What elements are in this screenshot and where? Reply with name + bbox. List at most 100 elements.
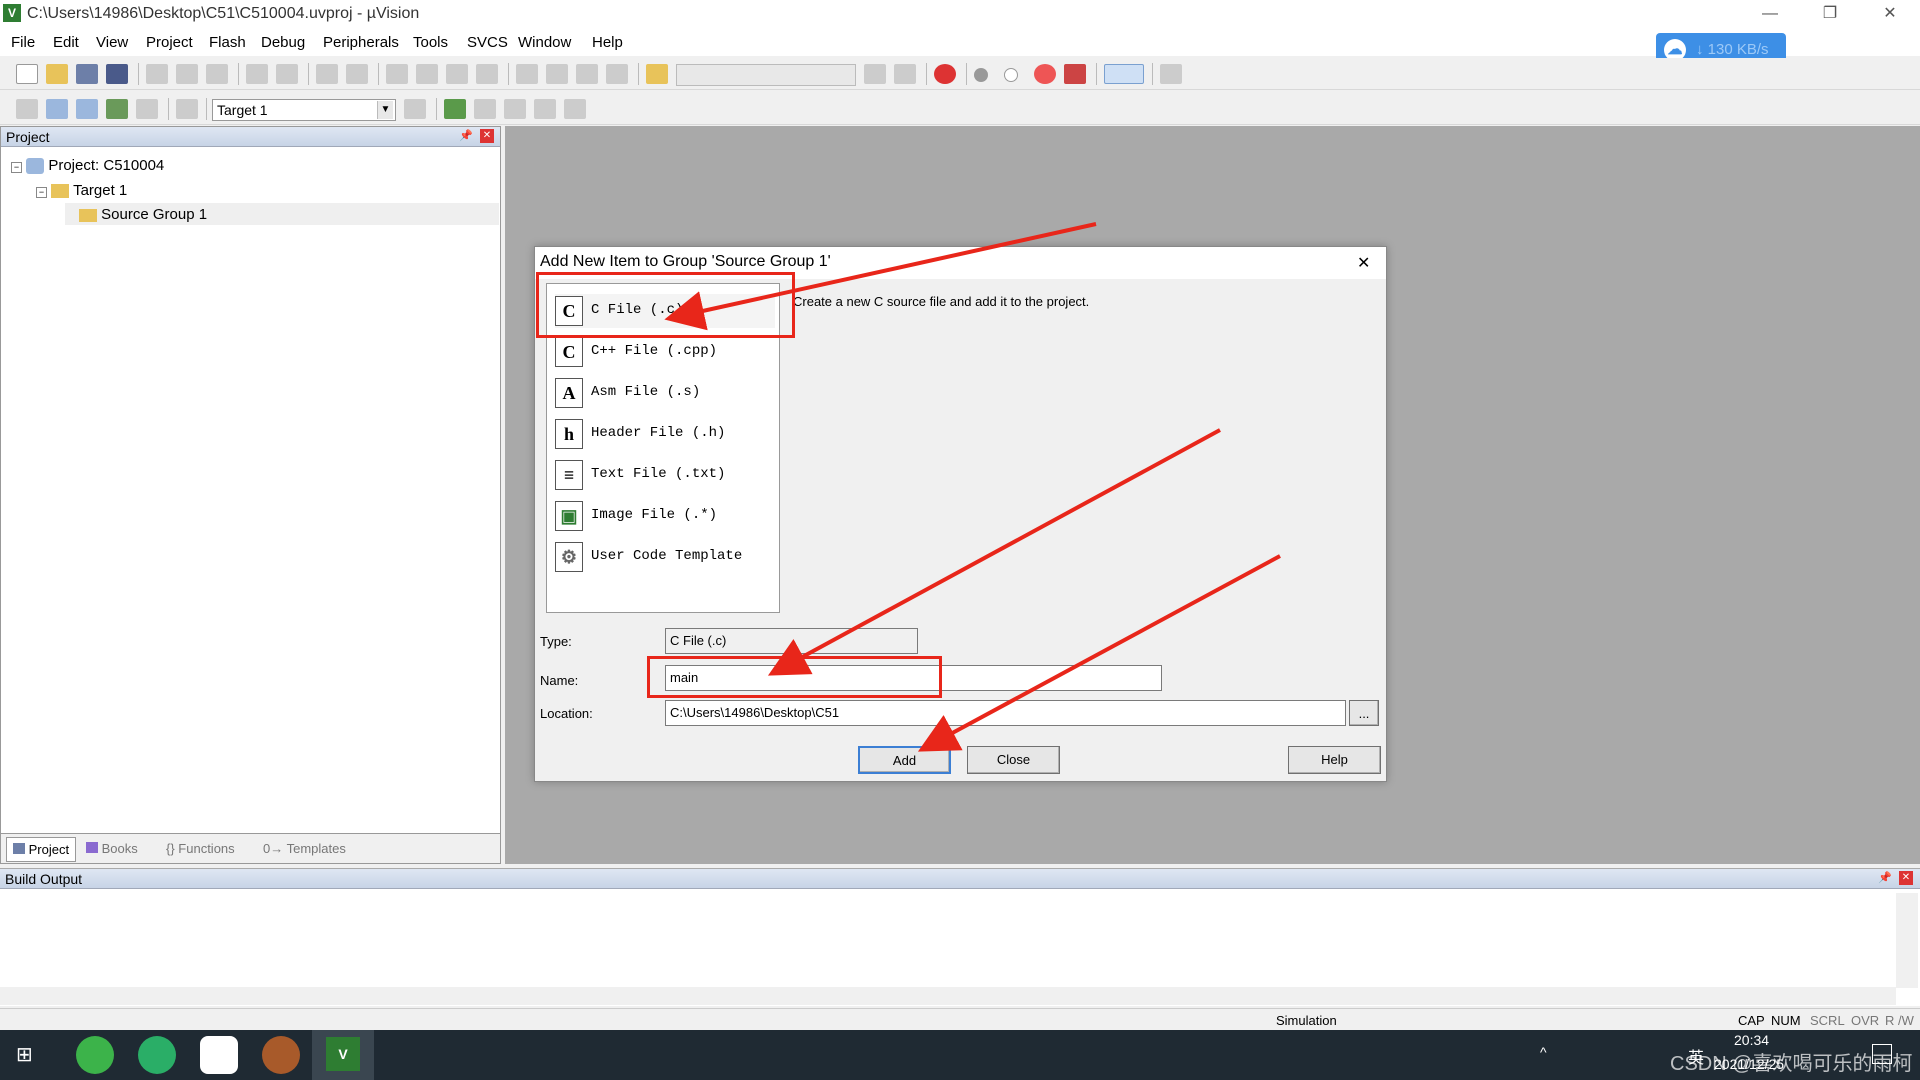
kill-breakpoints-icon[interactable] <box>1064 64 1086 84</box>
tree-project-root[interactable]: − Project: C510004 <box>11 157 164 175</box>
file-extensions-icon[interactable] <box>474 99 496 119</box>
menu-peripherals[interactable]: Peripherals <box>323 34 399 51</box>
collapse-icon[interactable]: − <box>11 162 22 173</box>
baidu-netdisk-icon[interactable] <box>200 1036 238 1074</box>
list-item-c-file[interactable]: C C File (.c) <box>555 294 775 328</box>
tab-books[interactable]: Books <box>86 841 138 856</box>
save-all-icon[interactable] <box>106 64 128 84</box>
target-select[interactable]: Target 1 ▼ <box>212 99 396 121</box>
comment-icon[interactable] <box>576 64 598 84</box>
indent-icon[interactable] <box>516 64 538 84</box>
menu-svcs[interactable]: SVCS <box>467 34 508 51</box>
build-icon[interactable] <box>46 99 68 119</box>
pin-icon[interactable]: 📌 <box>459 129 473 142</box>
list-item-header-file[interactable]: h Header File (.h) <box>555 417 775 451</box>
uncomment-icon[interactable] <box>606 64 628 84</box>
tray-chevron-icon[interactable]: ^ <box>1540 1044 1547 1060</box>
find-in-files-icon[interactable] <box>646 64 668 84</box>
menu-edit[interactable]: Edit <box>53 34 79 51</box>
menu-file[interactable]: File <box>11 34 35 51</box>
uvision-icon: V <box>3 4 21 22</box>
copy-icon[interactable] <box>176 64 198 84</box>
list-item-cpp-file[interactable]: C C++ File (.cpp) <box>555 335 775 369</box>
menu-tools[interactable]: Tools <box>413 34 448 51</box>
pack-installer-icon[interactable] <box>564 99 586 119</box>
close-panel-icon[interactable]: ✕ <box>480 129 494 143</box>
add-button[interactable]: Add <box>858 746 951 774</box>
clock-time[interactable]: 20:34 <box>1734 1032 1769 1048</box>
bookmark-icon[interactable] <box>386 64 408 84</box>
list-item-text-file[interactable]: ≡ Text File (.txt) <box>555 458 775 492</box>
close-button[interactable]: Close <box>967 746 1060 774</box>
build-output-title: Build Output <box>5 871 83 887</box>
manage-rte-icon[interactable] <box>534 99 556 119</box>
collapse-icon[interactable]: − <box>36 187 47 198</box>
open-folder-icon[interactable] <box>46 64 68 84</box>
select-packs-icon[interactable] <box>504 99 526 119</box>
help-button[interactable]: Help <box>1288 746 1381 774</box>
browse-button[interactable]: ... <box>1349 700 1379 726</box>
batch-build-icon[interactable] <box>106 99 128 119</box>
minimize-icon[interactable]: — <box>1740 0 1800 30</box>
menu-debug[interactable]: Debug <box>261 34 305 51</box>
debug-session-icon[interactable] <box>934 64 956 84</box>
next-bookmark-icon[interactable] <box>446 64 468 84</box>
configure-icon[interactable] <box>1160 64 1182 84</box>
target-options-icon[interactable] <box>404 99 426 119</box>
find-combo[interactable] <box>676 64 856 86</box>
list-item-label: Image File (.*) <box>591 507 718 523</box>
manage-components-icon[interactable] <box>444 99 466 119</box>
pin-icon[interactable]: 📌 <box>1878 871 1892 884</box>
menu-help[interactable]: Help <box>592 34 623 51</box>
menu-project[interactable]: Project <box>146 34 193 51</box>
redo-icon[interactable] <box>276 64 298 84</box>
prev-bookmark-icon[interactable] <box>416 64 438 84</box>
menu-flash[interactable]: Flash <box>209 34 246 51</box>
insert-breakpoint-icon[interactable] <box>974 68 988 82</box>
chevron-down-icon[interactable]: ▼ <box>377 101 393 119</box>
save-icon[interactable] <box>76 64 98 84</box>
tab-project[interactable]: Project <box>6 837 77 862</box>
tab-functions[interactable]: {} Functions <box>166 841 235 856</box>
location-input[interactable]: C:\Users\14986\Desktop\C51 <box>665 700 1346 726</box>
windows-start-icon[interactable]: ⊞ <box>16 1044 38 1066</box>
disable-breakpoints-icon[interactable] <box>1034 64 1056 84</box>
incremental-find-icon[interactable] <box>894 64 916 84</box>
nav-back-icon[interactable] <box>316 64 338 84</box>
taskbar-uvision-active[interactable]: V <box>312 1030 374 1080</box>
list-item-image-file[interactable]: ▣ Image File (.*) <box>555 499 775 533</box>
tree-target[interactable]: − Target 1 <box>36 182 127 199</box>
unindent-icon[interactable] <box>546 64 568 84</box>
tab-templates[interactable]: 0→ Templates <box>263 841 346 856</box>
window-layout-icon[interactable] <box>1104 64 1144 84</box>
new-file-icon[interactable] <box>16 64 38 84</box>
vertical-scrollbar[interactable] <box>1896 893 1918 988</box>
menu-view[interactable]: View <box>96 34 128 51</box>
enable-breakpoint-icon[interactable] <box>1004 68 1018 82</box>
undo-icon[interactable] <box>246 64 268 84</box>
list-item-label: C++ File (.cpp) <box>591 343 718 359</box>
rebuild-icon[interactable] <box>76 99 98 119</box>
translate-icon[interactable] <box>16 99 38 119</box>
download-load-icon[interactable] <box>176 99 198 119</box>
close-window-icon[interactable]: ✕ <box>1860 0 1920 30</box>
list-item-asm-file[interactable]: A Asm File (.s) <box>555 376 775 410</box>
stop-build-icon[interactable] <box>136 99 158 119</box>
find-icon[interactable] <box>864 64 886 84</box>
restore-icon[interactable]: ❐ <box>1800 0 1860 30</box>
wechat-icon[interactable] <box>138 1036 176 1074</box>
game-app-icon[interactable] <box>262 1036 300 1074</box>
horizontal-scrollbar[interactable] <box>0 987 1896 1005</box>
notification-icon[interactable] <box>1872 1044 1892 1064</box>
cut-icon[interactable] <box>146 64 168 84</box>
tree-source-group[interactable]: Source Group 1 <box>65 203 499 225</box>
paste-icon[interactable] <box>206 64 228 84</box>
list-item-user-code-template[interactable]: ⚙ User Code Template <box>555 540 775 574</box>
name-input[interactable]: main <box>665 665 1162 691</box>
menu-window[interactable]: Window <box>518 34 571 51</box>
close-panel-icon[interactable]: ✕ <box>1899 871 1913 885</box>
clear-bookmarks-icon[interactable] <box>476 64 498 84</box>
close-dialog-icon[interactable]: ✕ <box>1357 253 1370 273</box>
nav-forward-icon[interactable] <box>346 64 368 84</box>
browser-icon[interactable] <box>76 1036 114 1074</box>
